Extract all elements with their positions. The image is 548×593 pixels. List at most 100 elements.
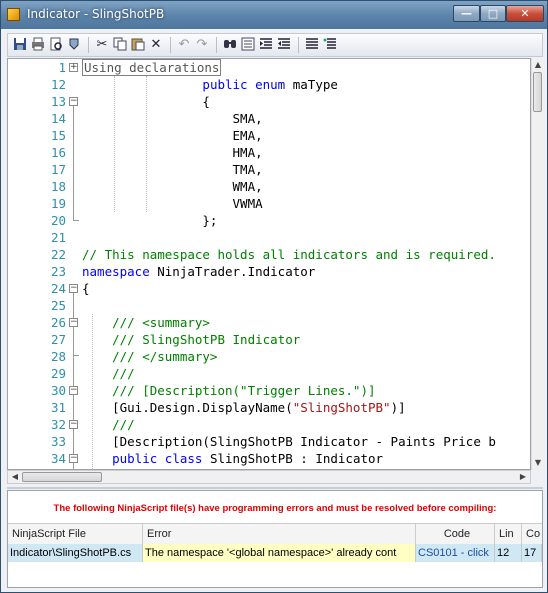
line-number: 21 xyxy=(50,230,66,245)
collapse-icon[interactable]: − xyxy=(69,454,78,463)
code-editor[interactable]: 1 + Using declarations 12 public enum maTyp… xyxy=(7,58,531,470)
line-number: 32 xyxy=(50,417,66,432)
undo-icon[interactable]: ↶ xyxy=(176,37,192,53)
window-title: Indicator - SlingShotPB xyxy=(27,7,165,21)
code-line[interactable]: 28 /// </summary> xyxy=(8,348,528,365)
line-number: 20 xyxy=(50,213,66,228)
vertical-scrollbar[interactable]: ▲ ▼ xyxy=(531,58,543,470)
insert-snippet-icon[interactable] xyxy=(66,37,82,53)
code-text: /// </summary> xyxy=(82,349,218,364)
toolbar: ✂ ✕ ↶ ↷ xyxy=(7,33,543,57)
code-line[interactable]: 22 // This namespace holds all indicators… xyxy=(8,246,528,263)
code-text: }; xyxy=(82,213,218,228)
indent-icon[interactable] xyxy=(258,37,274,53)
error-line-cell[interactable]: 12 xyxy=(495,544,522,562)
code-line[interactable]: 21 xyxy=(8,229,528,246)
collapse-icon[interactable]: − xyxy=(69,97,78,106)
panel-splitter[interactable] xyxy=(7,487,543,489)
line-number: 24 xyxy=(50,281,66,296)
scroll-thumb[interactable] xyxy=(533,72,542,112)
scroll-right-icon[interactable]: ▶ xyxy=(516,471,530,483)
title-bar[interactable]: Indicator - SlingShotPB — □ ✕ xyxy=(1,1,547,29)
code-line[interactable]: 17 TMA, xyxy=(8,161,528,178)
line-number: 17 xyxy=(50,162,66,177)
delete-icon[interactable]: ✕ xyxy=(148,37,164,53)
collapse-icon[interactable]: − xyxy=(69,318,78,327)
code-line[interactable]: 29 /// xyxy=(8,365,528,382)
code-text: SMA, xyxy=(82,111,263,126)
uncomment-icon[interactable] xyxy=(322,37,338,53)
code-text: /// xyxy=(82,366,135,381)
collapse-icon[interactable]: − xyxy=(69,284,78,293)
code-text: public class SlingShotPB : Indicator xyxy=(112,451,384,466)
code-text: EMA, xyxy=(82,128,263,143)
scroll-thumb[interactable] xyxy=(22,472,102,482)
error-code-link[interactable]: CS0101 - click xyxy=(416,544,495,562)
code-text: /// [Description("Trigger Lines.")] xyxy=(82,383,376,398)
code-line[interactable]: 12 public enum maType xyxy=(8,76,528,93)
line-number: 33 xyxy=(50,434,66,449)
code-line[interactable]: 14 SMA, xyxy=(8,110,528,127)
print-preview-icon[interactable] xyxy=(48,37,64,53)
scroll-down-icon[interactable]: ▼ xyxy=(532,456,544,470)
code-line[interactable]: 13− { xyxy=(8,93,528,110)
code-text: [Gui.Design.DisplayName("SlingShotPB")] xyxy=(82,400,406,415)
code-line[interactable]: 1 + Using declarations xyxy=(8,59,528,76)
expand-icon[interactable]: + xyxy=(69,63,78,72)
code-line[interactable]: 32− /// xyxy=(8,416,528,433)
print-icon[interactable] xyxy=(30,37,46,53)
close-button[interactable]: ✕ xyxy=(506,5,544,22)
scroll-left-icon[interactable]: ◀ xyxy=(8,471,22,483)
replace-icon[interactable] xyxy=(240,37,256,53)
scroll-up-icon[interactable]: ▲ xyxy=(532,58,544,72)
line-number: 26 xyxy=(50,315,66,330)
code-line[interactable]: 33 [Description(SlingShotPB Indicator - … xyxy=(8,433,528,450)
line-number: 31 xyxy=(50,400,66,415)
collapse-icon[interactable]: − xyxy=(69,386,78,395)
error-column-cell[interactable]: 17 xyxy=(522,544,542,562)
collapsed-region[interactable]: Using declarations xyxy=(82,59,222,76)
cut-icon[interactable]: ✂ xyxy=(94,37,110,53)
code-line[interactable]: 31 [Gui.Design.DisplayName("SlingShotPB"… xyxy=(8,399,528,416)
code-text: /// <summary> xyxy=(82,315,210,330)
code-line[interactable]: 16 HMA, xyxy=(8,144,528,161)
column-header-column[interactable]: Co xyxy=(522,524,542,544)
minimize-button[interactable]: — xyxy=(453,5,480,22)
code-line[interactable]: 15 EMA, xyxy=(8,127,528,144)
code-line[interactable]: 18 WMA, xyxy=(8,178,528,195)
comment-icon[interactable] xyxy=(304,37,320,53)
table-row[interactable]: Indicator\SlingShotPB.cs The namespace '… xyxy=(8,544,542,562)
code-line[interactable]: 24−{ xyxy=(8,280,528,297)
code-text: [Description(SlingShotPB Indicator - Pai… xyxy=(82,434,496,449)
paste-icon[interactable] xyxy=(130,37,146,53)
error-description-cell[interactable]: The namespace '<global namespace>' alrea… xyxy=(143,544,416,562)
code-line[interactable]: 34− public class SlingShotPB : Indicator xyxy=(8,450,528,467)
code-line[interactable]: 20 }; xyxy=(8,212,528,229)
code-line[interactable]: 19 VWMA xyxy=(8,195,528,212)
line-number: 14 xyxy=(50,111,66,126)
column-header-code[interactable]: Code xyxy=(416,524,495,544)
code-line[interactable]: 23 namespace NinjaTrader.Indicator xyxy=(8,263,528,280)
line-number: 34 xyxy=(50,451,66,466)
code-line[interactable]: 27 /// SlingShotPB Indicator xyxy=(8,331,528,348)
save-icon[interactable] xyxy=(12,37,28,53)
maximize-button[interactable]: □ xyxy=(480,5,506,22)
code-text: public enum maType xyxy=(202,77,338,92)
redo-icon[interactable]: ↷ xyxy=(194,37,210,53)
horizontal-scrollbar[interactable]: ◀ ▶ xyxy=(7,470,531,484)
code-text: { xyxy=(82,281,90,296)
column-header-error[interactable]: Error xyxy=(143,524,416,544)
line-number: 30 xyxy=(50,383,66,398)
code-text: HMA, xyxy=(82,145,263,160)
line-number: 22 xyxy=(50,247,66,262)
column-header-file[interactable]: NinjaScript File xyxy=(8,524,143,544)
error-file-cell[interactable]: Indicator\SlingShotPB.cs xyxy=(8,544,143,562)
code-line[interactable]: 25 xyxy=(8,297,528,314)
code-line[interactable]: 26− /// <summary> xyxy=(8,314,528,331)
copy-icon[interactable] xyxy=(112,37,128,53)
code-line[interactable]: 30− /// [Description("Trigger Lines.")] xyxy=(8,382,528,399)
find-icon[interactable] xyxy=(222,37,238,53)
collapse-icon[interactable]: − xyxy=(69,420,78,429)
outdent-icon[interactable] xyxy=(276,37,292,53)
column-header-line[interactable]: Lin xyxy=(495,524,522,544)
